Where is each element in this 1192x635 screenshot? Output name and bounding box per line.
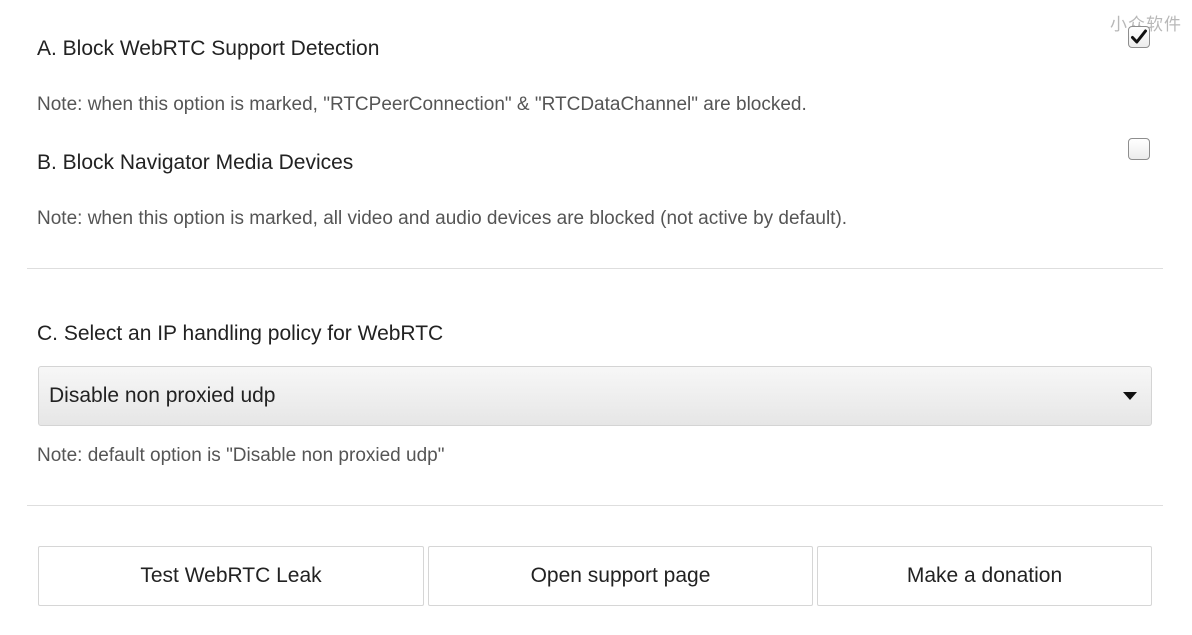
option-a-checkbox[interactable]: [1128, 26, 1150, 48]
option-a-title: A. Block WebRTC Support Detection: [37, 37, 380, 60]
dropdown-arrow-icon: [1123, 392, 1137, 400]
test-webrtc-leak-button[interactable]: Test WebRTC Leak: [38, 546, 424, 606]
section-divider: [27, 268, 1163, 269]
option-a-note: Note: when this option is marked, "RTCPe…: [37, 94, 807, 115]
checkmark-icon: [1131, 29, 1147, 44]
ip-policy-select[interactable]: Disable non proxied udp: [38, 366, 1152, 426]
option-b-note: Note: when this option is marked, all vi…: [37, 208, 848, 229]
open-support-page-button[interactable]: Open support page: [428, 546, 813, 606]
option-c-title: C. Select an IP handling policy for WebR…: [37, 322, 444, 345]
option-b-title: B. Block Navigator Media Devices: [37, 151, 354, 174]
option-b-checkbox[interactable]: [1128, 138, 1150, 160]
section-divider: [27, 505, 1163, 506]
option-c-note: Note: default option is "Disable non pro…: [37, 445, 445, 466]
ip-policy-selected-value: Disable non proxied udp: [49, 384, 276, 407]
make-donation-button[interactable]: Make a donation: [817, 546, 1152, 606]
